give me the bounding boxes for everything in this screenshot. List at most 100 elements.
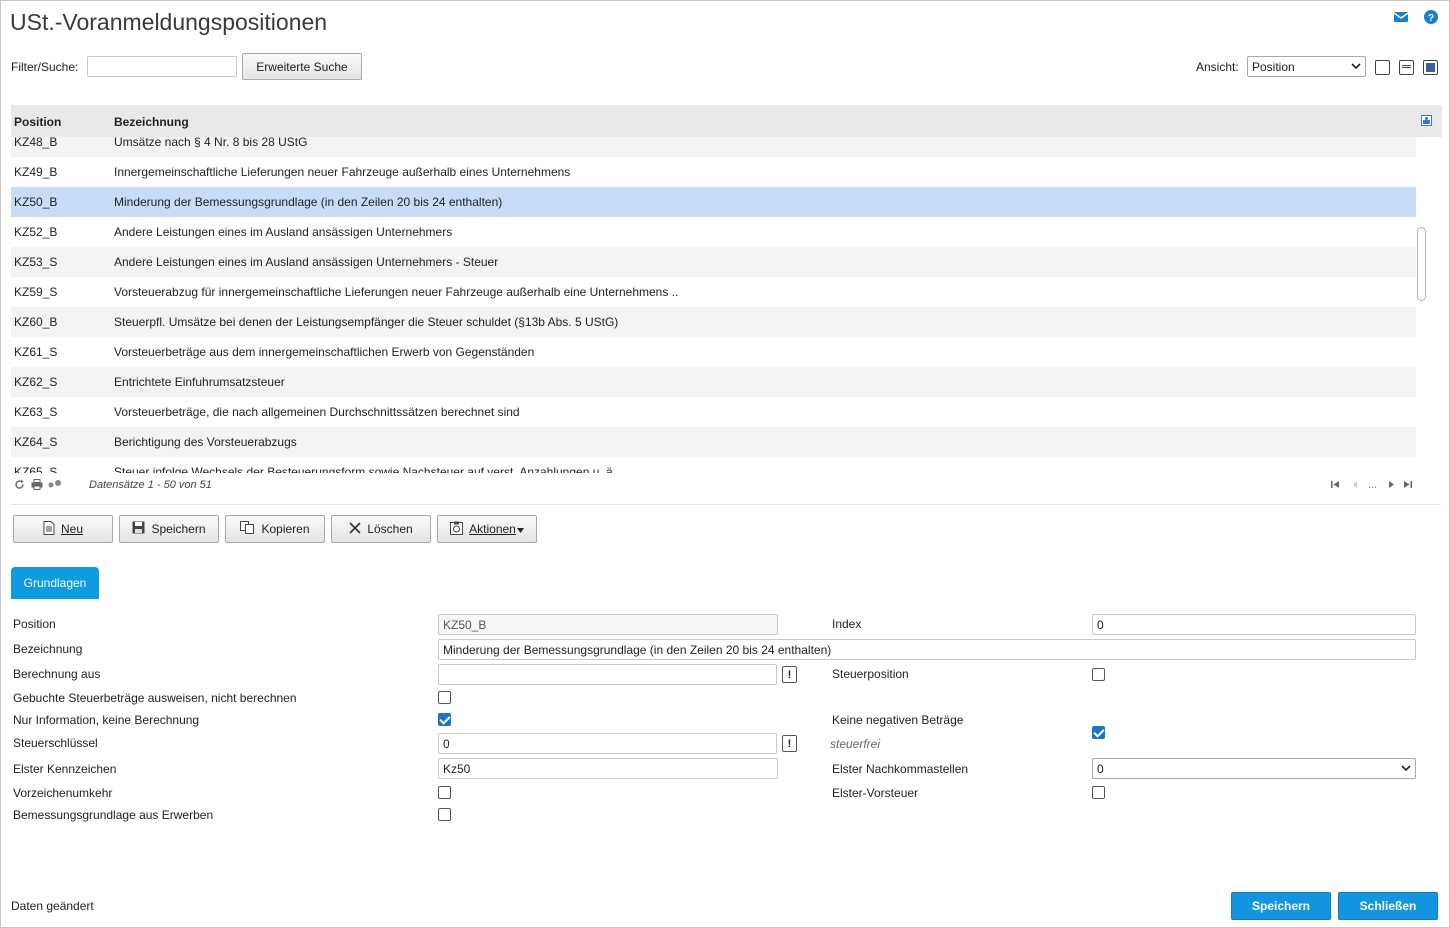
tab-grundlagen[interactable]: Grundlagen — [11, 567, 99, 599]
steuerschluessel-field[interactable] — [438, 733, 777, 754]
cell-position: KZ50_B — [14, 195, 58, 209]
first-page-icon[interactable] — [1331, 480, 1340, 492]
table-row[interactable]: KZ61_S Vorsteuerbeträge aus dem innergeme… — [11, 337, 1416, 367]
grid-header: Position Bezeichnung — [11, 105, 1442, 137]
footer-close-button[interactable]: Schließen — [1338, 892, 1438, 920]
extended-search-button[interactable]: Erweiterte Suche — [242, 53, 362, 80]
nur-info-label: Nur Information, keine Berechnung — [13, 713, 200, 727]
new-document-icon — [43, 520, 55, 538]
grid-scrollbar[interactable] — [1417, 227, 1426, 301]
bemessungsgrundlage-label: Bemessungsgrundlage aus Erwerben — [13, 808, 214, 822]
index-field[interactable] — [1092, 614, 1416, 635]
table-row[interactable]: KZ52_B Andere Leistungen eines im Ausland… — [11, 217, 1416, 247]
filter-label: Filter/Suche: — [11, 60, 79, 74]
berechnung-exclamation-button[interactable]: ! — [782, 666, 797, 683]
delete-button[interactable]: Löschen — [331, 515, 431, 543]
column-header-bezeichnung[interactable]: Bezeichnung — [114, 115, 189, 129]
chevron-down-icon — [1401, 762, 1411, 776]
copy-icon — [240, 521, 255, 537]
pager-ellipsis[interactable]: ... — [1368, 479, 1377, 491]
table-row[interactable]: KZ59_S Vorsteuerabzug für innergemeinscha… — [11, 277, 1416, 307]
last-page-icon[interactable] — [1403, 480, 1412, 492]
keine-negativen-checkbox[interactable] — [1092, 726, 1105, 739]
steuerschluessel-hint: steuerfrei — [830, 737, 881, 751]
table-row[interactable]: KZ53_S Andere Leistungen eines im Ausland… — [11, 247, 1416, 277]
table-row[interactable]: KZ50_B Minderung der Bemessungsgrundlage … — [11, 187, 1416, 217]
bezeichnung-label: Bezeichnung — [13, 642, 83, 656]
index-label: Index — [832, 617, 862, 631]
footer-save-button[interactable]: Speichern — [1231, 892, 1331, 920]
position-field[interactable] — [438, 614, 778, 635]
refresh-icon[interactable] — [14, 479, 25, 493]
caret-down-icon — [516, 522, 524, 536]
divider — [11, 504, 1441, 505]
elster-vorsteuer-checkbox[interactable] — [1092, 786, 1105, 799]
actions-button[interactable]: Aktionen — [437, 515, 537, 543]
cell-bezeichnung: Innergemeinschaftliche Lieferungen neuer… — [114, 165, 571, 179]
mail-icon[interactable] — [1393, 9, 1409, 25]
bezeichnung-field[interactable] — [438, 639, 1416, 660]
page-title: USt.-Voranmeldungspositionen — [10, 9, 328, 35]
table-row[interactable]: KZ49_B Innergemeinschaftliche Lieferungen… — [11, 157, 1416, 187]
table-row[interactable]: KZ60_B Steuerpfl. Umsätze bei denen der L… — [11, 307, 1416, 337]
view-detail-icon[interactable] — [1423, 60, 1438, 75]
next-page-icon[interactable] — [1387, 480, 1396, 492]
new-button[interactable]: Neu — [13, 515, 113, 543]
actions-clipboard-icon — [450, 521, 464, 538]
steuerschluessel-label: Steuerschlüssel — [13, 736, 98, 750]
cell-position: KZ61_S — [14, 345, 58, 359]
table-row[interactable]: KZ64_S Berichtigung des Vorsteuerabzugs — [11, 427, 1416, 457]
extended-search-label: Erweiterte Suche — [256, 59, 348, 74]
elster-vorsteuer-label: Elster-Vorsteuer — [832, 786, 919, 800]
column-header-position[interactable]: Position — [14, 115, 61, 129]
new-button-label: Neu — [60, 522, 83, 536]
status-text: Daten geändert — [11, 899, 94, 913]
filter-input[interactable] — [87, 56, 237, 77]
cell-position: KZ60_B — [14, 315, 58, 329]
chevron-down-icon — [1351, 60, 1361, 74]
print-icon[interactable] — [31, 479, 43, 493]
gebuchte-label: Gebuchte Steuerbeträge ausweisen, nicht … — [13, 691, 297, 705]
vorzeichenumkehr-checkbox[interactable] — [438, 786, 451, 799]
elster-nachkommastellen-value: 0 — [1097, 761, 1104, 776]
cell-position: KZ65_S — [14, 465, 58, 473]
grid-body: KZ48_B Umsätze nach § 4 Nr. 8 bis 28 UStG… — [11, 137, 1416, 473]
cell-bezeichnung: Entrichtete Einfuhrumsatzsteuer — [114, 375, 285, 389]
cell-bezeichnung: Steuer infolge Wechsels der Besteuerungs… — [114, 465, 617, 473]
bemessungsgrundlage-checkbox[interactable] — [438, 808, 451, 821]
elster-kennzeichen-field[interactable] — [438, 758, 778, 779]
berechnung-field[interactable] — [438, 664, 777, 685]
view-label: Ansicht: — [1196, 60, 1239, 74]
table-row[interactable]: KZ63_S Vorsteuerbeträge, die nach allgeme… — [11, 397, 1416, 427]
cell-bezeichnung: Vorsteuerabzug für innergemeinschaftlich… — [114, 285, 679, 299]
column-chooser-icon[interactable] — [1421, 115, 1432, 129]
copy-button[interactable]: Kopieren — [225, 515, 325, 543]
cell-position: KZ48_B — [14, 137, 58, 149]
steuerschluessel-exclamation-button[interactable]: ! — [782, 735, 797, 752]
view-select[interactable]: Position — [1247, 56, 1366, 77]
cell-bezeichnung: Berichtigung des Vorsteuerabzugs — [114, 435, 297, 449]
prev-page-icon[interactable] — [1351, 480, 1360, 492]
copy-button-label: Kopieren — [261, 522, 310, 536]
view-single-icon[interactable] — [1375, 60, 1390, 75]
export-icon[interactable] — [48, 479, 62, 493]
keine-negativen-label: Keine negativen Beträge — [832, 713, 964, 727]
delete-button-label: Löschen — [367, 522, 413, 536]
table-row[interactable]: KZ48_B Umsätze nach § 4 Nr. 8 bis 28 UStG — [11, 137, 1416, 157]
table-row[interactable]: KZ65_S Steuer infolge Wechsels der Besteu… — [11, 457, 1416, 473]
svg-text:?: ? — [1428, 13, 1434, 24]
cell-bezeichnung: Steuerpfl. Umsätze bei denen der Leistun… — [114, 315, 619, 329]
table-row[interactable]: KZ62_S Entrichtete Einfuhrumsatzsteuer — [11, 367, 1416, 397]
cell-bezeichnung: Andere Leistungen eines im Ausland ansäs… — [114, 225, 453, 239]
position-label: Position — [13, 617, 56, 631]
cell-position: KZ49_B — [14, 165, 58, 179]
steuerposition-checkbox[interactable] — [1092, 668, 1105, 681]
save-button[interactable]: Speichern — [119, 515, 219, 543]
steuerposition-label: Steuerposition — [832, 667, 909, 681]
record-info: Datensätze 1 - 50 von 51 — [89, 479, 212, 491]
elster-nachkommastellen-select[interactable]: 0 — [1092, 758, 1416, 779]
view-split-icon[interactable] — [1399, 60, 1414, 75]
nur-info-checkbox[interactable] — [438, 713, 451, 726]
gebuchte-checkbox[interactable] — [438, 691, 451, 704]
help-icon[interactable]: ? — [1423, 9, 1439, 25]
